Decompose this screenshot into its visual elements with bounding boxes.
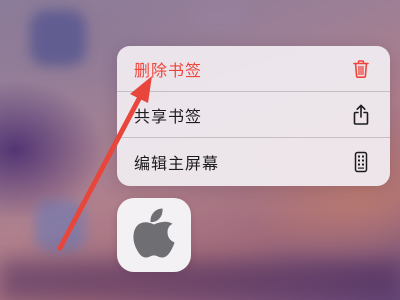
menu-item-label: 共享书签 (134, 106, 203, 126)
blurred-dock (0, 260, 400, 300)
apple-logo-icon (132, 207, 176, 263)
menu-item-label: 删除书签 (134, 60, 203, 80)
menu-item-label: 编辑主屏幕 (134, 154, 220, 173)
phone-icon (350, 151, 372, 173)
delete-bookmark-menu-item[interactable]: 删除书签 (117, 46, 390, 92)
trash-icon (350, 58, 372, 80)
share-bookmark-menu-item[interactable]: 共享书签 (117, 92, 390, 138)
share-icon (350, 104, 372, 126)
blurred-app-icon (35, 200, 85, 252)
blurred-app-icon (30, 10, 86, 66)
home-screen: 删除书签 共享书签 编辑主屏幕 (0, 0, 400, 300)
blurred-app-icon (190, 0, 250, 30)
context-menu: 删除书签 共享书签 编辑主屏幕 (117, 46, 390, 186)
edit-home-screen-menu-item[interactable]: 编辑主屏幕 (117, 138, 390, 186)
app-icon[interactable] (117, 198, 191, 272)
